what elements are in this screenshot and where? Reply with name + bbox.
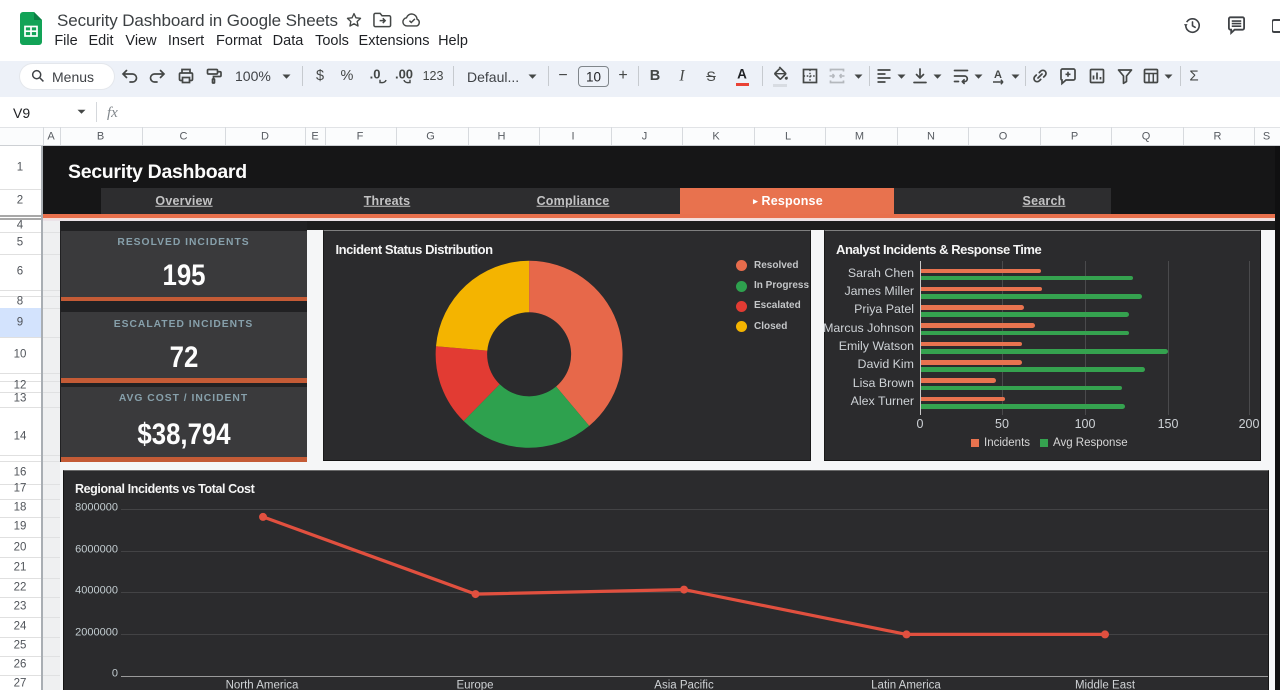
- svg-text:A: A: [994, 69, 1002, 81]
